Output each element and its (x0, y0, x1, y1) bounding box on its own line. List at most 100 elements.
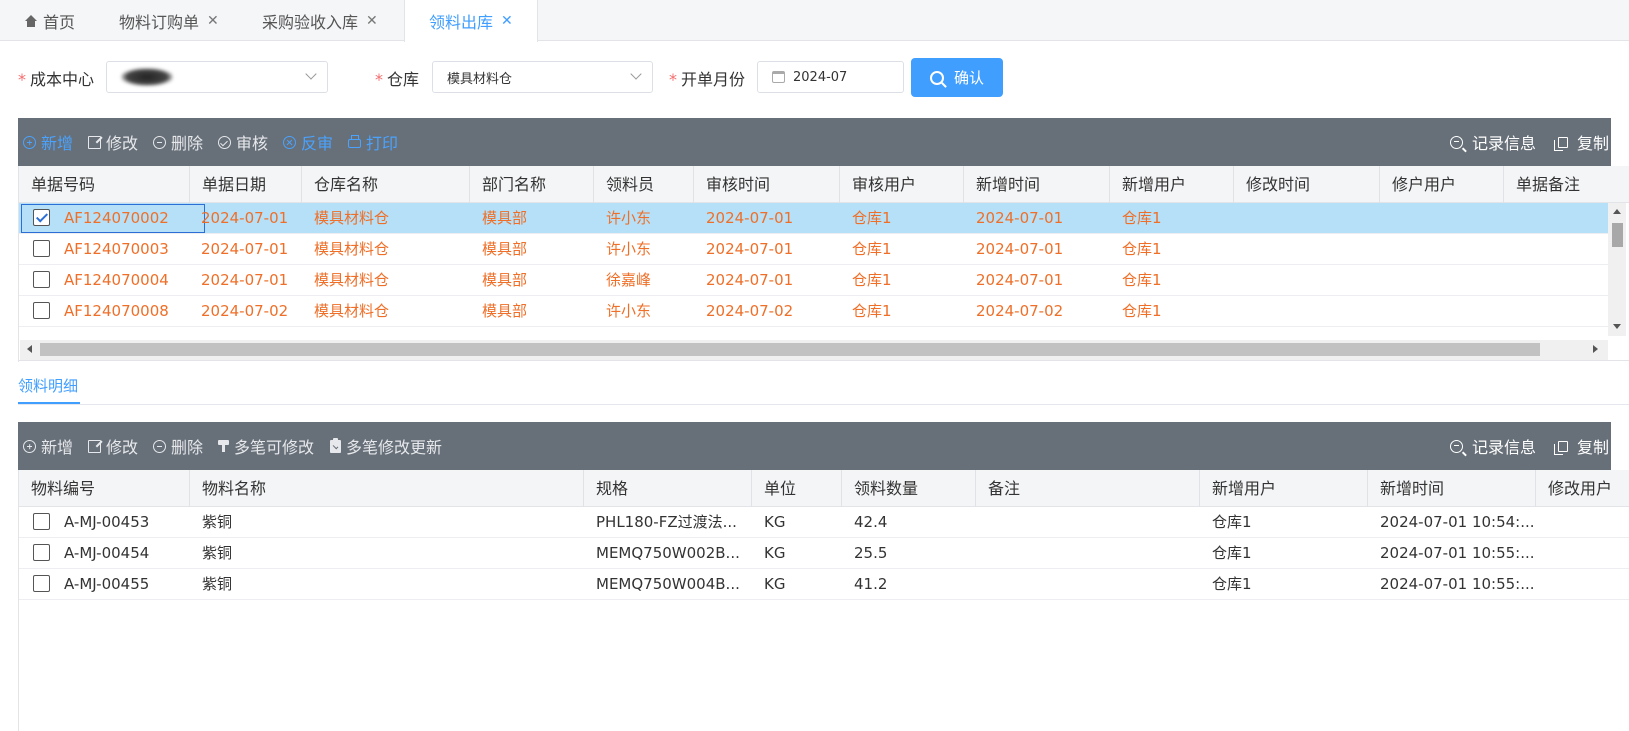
scroll-thumb[interactable] (1612, 223, 1623, 247)
column-header[interactable]: 物料名称 (189, 470, 583, 507)
table-row[interactable]: AF124070003 2024-07-01 模具材料仓 模具部 许小东 202… (19, 234, 1608, 265)
warehouse-name: 模具材料仓 (314, 271, 390, 289)
department-name: 模具部 (482, 209, 528, 227)
row-checkbox[interactable] (33, 240, 50, 257)
picker-name: 许小东 (606, 209, 652, 227)
detail-toolbar: 新增 修改 删除 多笔可修改 多笔修改更新 记录信息 复制 (18, 422, 1611, 470)
multi-edit-button[interactable]: 多笔可修改 (218, 422, 314, 470)
column-header[interactable]: 修户用户 (1379, 166, 1503, 203)
month-picker[interactable]: 2024-07 (757, 61, 904, 93)
add-button[interactable]: 新增 (23, 422, 73, 470)
column-header[interactable]: 仓库名称 (301, 166, 469, 203)
table-row[interactable]: A-MJ-00454 紫铜 MEMQ750W002B... KG 25.5 仓库… (19, 538, 1629, 569)
quantity: 25.5 (854, 544, 888, 562)
close-icon[interactable]: ✕ (366, 13, 378, 29)
column-header[interactable]: 审核用户 (839, 166, 963, 203)
table-row[interactable]: A-MJ-00453 紫铜 PHL180-FZ过渡法... KG 42.4 仓库… (19, 507, 1629, 538)
doc-number: AF124070004 (64, 271, 169, 289)
tab-detail[interactable]: 领料明细 (18, 375, 78, 396)
tab-material-order[interactable]: 物料订购单 ✕ (119, 0, 219, 41)
close-icon[interactable]: ✕ (207, 13, 219, 29)
close-circle-icon (283, 135, 296, 149)
column-header[interactable]: 单据日期 (189, 166, 301, 203)
audit-user: 仓库1 (852, 302, 892, 320)
column-header[interactable]: 领料数量 (841, 470, 975, 507)
column-header[interactable]: 物料编号 (19, 470, 189, 507)
column-header[interactable]: 规格 (583, 470, 751, 507)
copy-button[interactable]: 复制 (1554, 422, 1609, 470)
row-checkbox[interactable] (33, 271, 50, 288)
row-checkbox[interactable] (33, 544, 50, 561)
column-header[interactable]: 部门名称 (469, 166, 593, 203)
vertical-scrollbar[interactable] (1608, 203, 1626, 336)
created-user: 仓库1 (1212, 544, 1252, 562)
horizontal-scrollbar[interactable] (20, 340, 1608, 360)
picker-name: 许小东 (606, 302, 652, 320)
warehouse-select[interactable]: 模具材料仓 (432, 61, 653, 93)
scroll-left-icon[interactable] (27, 345, 32, 353)
edit-button[interactable]: 修改 (88, 118, 138, 166)
record-info-button[interactable]: 记录信息 (1450, 118, 1536, 166)
scroll-down-icon[interactable] (1613, 324, 1621, 329)
row-checkbox[interactable] (33, 302, 50, 319)
audit-time: 2024-07-01 (706, 240, 794, 258)
row-checkbox[interactable] (33, 209, 50, 226)
column-header[interactable]: 新增用户 (1109, 166, 1233, 203)
close-icon[interactable]: ✕ (501, 13, 513, 29)
master-toolbar: 新增 修改 删除 审核 反审 打印 记录信息 复制 (18, 118, 1611, 166)
column-header[interactable]: 单位 (751, 470, 841, 507)
scroll-thumb[interactable] (40, 343, 1540, 356)
zoom-in-icon (1450, 135, 1463, 149)
master-table: 单据号码 单据日期 仓库名称 部门名称 领料员 审核时间 审核用户 新增时间 新… (18, 166, 1629, 362)
table-row[interactable]: A-MJ-00455 紫铜 MEMQ750W004B... KG 41.2 仓库… (19, 569, 1629, 600)
material-name: 紫铜 (202, 544, 233, 562)
column-header[interactable]: 备注 (975, 470, 1199, 507)
audit-time: 2024-07-01 (706, 209, 794, 227)
row-checkbox[interactable] (33, 513, 50, 530)
table-header: 物料编号 物料名称 规格 单位 领料数量 备注 新增用户 新增时间 修改用户 (19, 470, 1629, 507)
audit-time: 2024-07-02 (706, 302, 794, 320)
quantity: 41.2 (854, 575, 888, 593)
doc-number: AF124070003 (64, 240, 169, 258)
column-header[interactable]: 修改用户 (1535, 470, 1629, 507)
table-row[interactable]: AF124070004 2024-07-01 模具材料仓 模具部 徐嘉峰 202… (19, 265, 1608, 296)
created-user: 仓库1 (1122, 209, 1162, 227)
cost-center-select[interactable] (106, 61, 328, 93)
row-checkbox[interactable] (33, 575, 50, 592)
multi-update-button[interactable]: 多笔修改更新 (330, 422, 442, 470)
table-header: 单据号码 单据日期 仓库名称 部门名称 领料员 审核时间 审核用户 新增时间 新… (19, 166, 1629, 203)
tab-material-issue[interactable]: 领料出库 ✕ (404, 0, 538, 42)
zoom-in-icon (1450, 439, 1463, 453)
add-button[interactable]: 新增 (23, 118, 73, 166)
confirm-button[interactable]: 确认 (911, 58, 1003, 97)
column-header[interactable]: 新增用户 (1199, 470, 1367, 507)
chevron-down-icon (630, 68, 642, 80)
column-header[interactable]: 单据备注 (1503, 166, 1627, 203)
table-row[interactable]: AF124070008 2024-07-02 模具材料仓 模具部 许小东 202… (19, 296, 1608, 327)
unit: KG (764, 575, 786, 593)
scroll-up-icon[interactable] (1613, 209, 1621, 214)
table-row[interactable]: AF124070002 2024-07-01 模具材料仓 模具部 许小东 202… (19, 203, 1608, 234)
doc-date: 2024-07-01 (201, 209, 289, 227)
delete-button[interactable]: 删除 (153, 118, 203, 166)
material-name: 紫铜 (202, 575, 233, 593)
tab-home[interactable]: 首页 (24, 0, 75, 41)
column-header[interactable]: 新增时间 (1367, 470, 1535, 507)
record-info-button[interactable]: 记录信息 (1450, 422, 1536, 470)
unaudit-button[interactable]: 反审 (283, 118, 333, 166)
column-header[interactable]: 新增时间 (963, 166, 1109, 203)
tab-label: 物料订购单 (119, 12, 200, 32)
created-user: 仓库1 (1122, 302, 1162, 320)
column-header[interactable]: 审核时间 (693, 166, 839, 203)
print-button[interactable]: 打印 (348, 118, 398, 166)
audit-button[interactable]: 审核 (218, 118, 268, 166)
column-header[interactable]: 单据号码 (19, 166, 189, 203)
edit-button[interactable]: 修改 (88, 422, 138, 470)
copy-button[interactable]: 复制 (1554, 118, 1609, 166)
scroll-right-icon[interactable] (1593, 345, 1598, 353)
created-user: 仓库1 (1122, 240, 1162, 258)
delete-button[interactable]: 删除 (153, 422, 203, 470)
column-header[interactable]: 领料员 (593, 166, 693, 203)
tab-purchase-receipt[interactable]: 采购验收入库 ✕ (262, 0, 378, 41)
column-header[interactable]: 修改时间 (1233, 166, 1379, 203)
